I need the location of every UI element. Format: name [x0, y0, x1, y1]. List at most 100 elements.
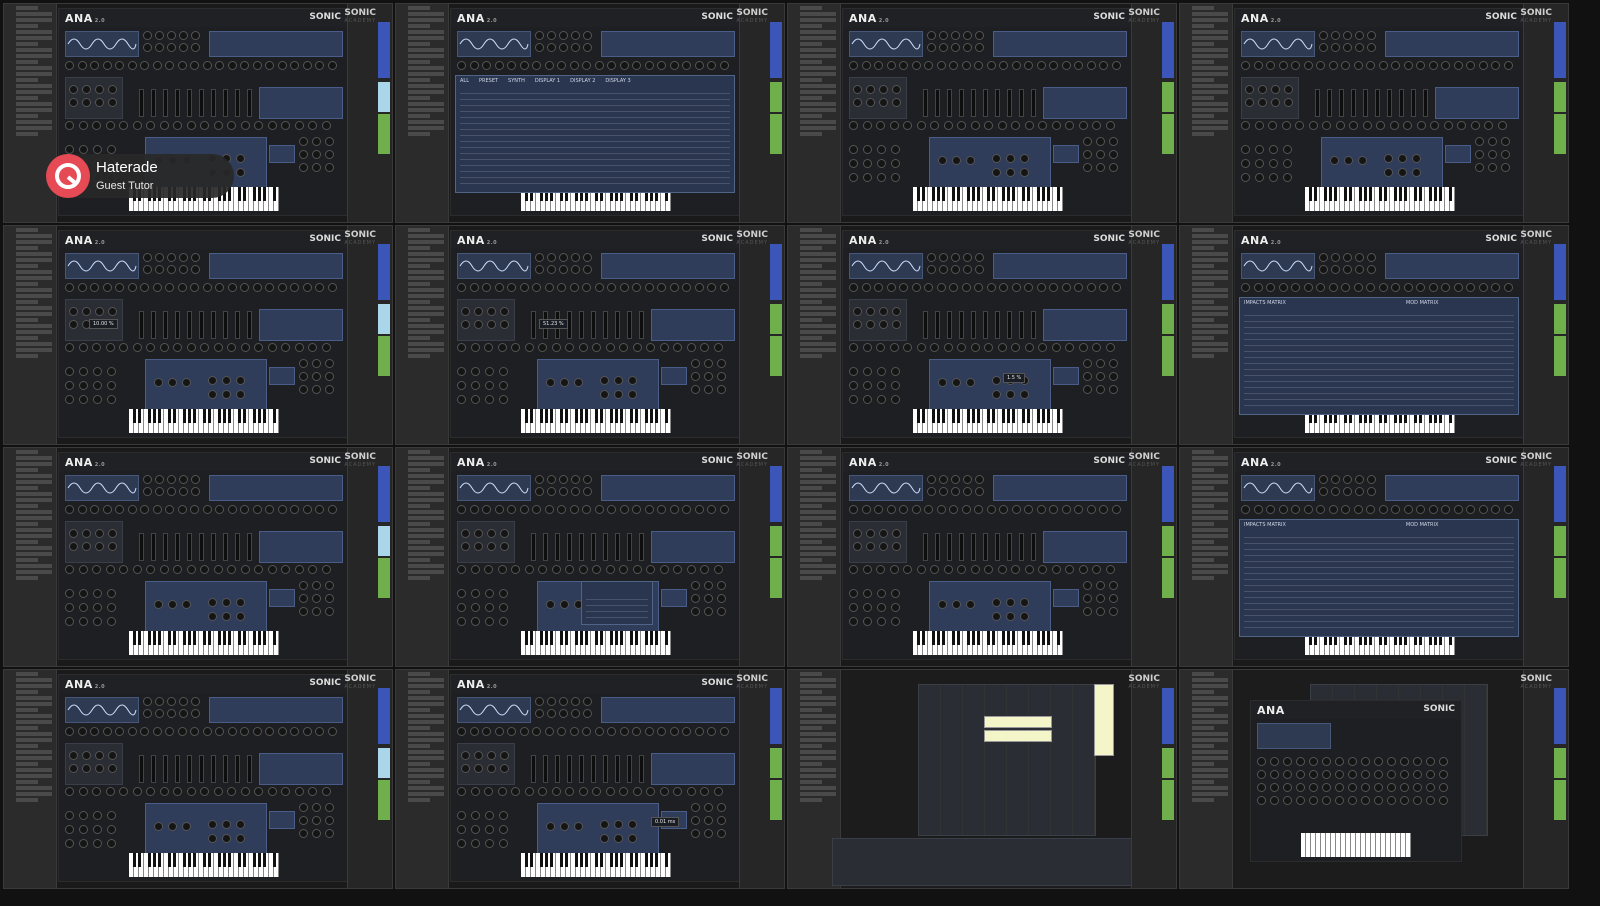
browser-item[interactable]	[800, 30, 836, 34]
black-key[interactable]	[574, 409, 578, 423]
black-key[interactable]	[544, 631, 548, 645]
knob[interactable]	[65, 811, 74, 820]
black-key[interactable]	[152, 409, 156, 423]
knob[interactable]	[999, 283, 1008, 292]
knob[interactable]	[943, 343, 953, 352]
black-key[interactable]	[619, 631, 623, 645]
knob[interactable]	[167, 265, 176, 274]
browser-item[interactable]	[800, 528, 836, 532]
volume-fader[interactable]	[187, 755, 192, 783]
knob[interactable]	[173, 787, 182, 796]
knob[interactable]	[281, 343, 290, 352]
knob[interactable]	[1011, 343, 1020, 352]
knob[interactable]	[892, 98, 901, 107]
knob[interactable]	[1257, 796, 1266, 805]
volume-fader[interactable]	[199, 755, 204, 783]
knob[interactable]	[952, 600, 961, 609]
knob[interactable]	[961, 283, 971, 292]
black-key[interactable]	[187, 409, 191, 423]
black-key[interactable]	[594, 853, 598, 867]
browser-item[interactable]	[1192, 534, 1228, 538]
knob[interactable]	[592, 787, 601, 796]
knob[interactable]	[560, 378, 569, 387]
browser-item[interactable]	[16, 42, 38, 46]
knob[interactable]	[208, 820, 217, 829]
knob[interactable]	[992, 168, 1001, 177]
knob[interactable]	[1278, 505, 1288, 514]
piano-keyboard[interactable]	[521, 409, 671, 433]
browser-item[interactable]	[800, 294, 836, 298]
volume-fader[interactable]	[223, 533, 228, 561]
knob[interactable]	[519, 61, 529, 70]
volume-fader[interactable]	[1031, 533, 1036, 561]
knob[interactable]	[299, 594, 308, 603]
knob[interactable]	[644, 727, 654, 736]
browser-item[interactable]	[408, 348, 444, 352]
knob[interactable]	[325, 816, 334, 825]
knob[interactable]	[583, 475, 592, 484]
black-key[interactable]	[584, 853, 588, 867]
knob[interactable]	[469, 283, 479, 292]
knob[interactable]	[1466, 505, 1475, 514]
knob[interactable]	[1439, 783, 1448, 792]
knob[interactable]	[659, 343, 669, 352]
knob[interactable]	[911, 505, 921, 514]
browser-item[interactable]	[408, 318, 430, 322]
knob[interactable]	[290, 283, 299, 292]
browser-item[interactable]	[408, 42, 430, 46]
knob[interactable]	[669, 505, 679, 514]
knob[interactable]	[474, 307, 483, 316]
black-key[interactable]	[222, 631, 226, 645]
knob[interactable]	[1271, 85, 1280, 94]
black-key[interactable]	[966, 631, 970, 645]
knob[interactable]	[966, 156, 975, 165]
black-key[interactable]	[227, 409, 231, 423]
knob[interactable]	[1403, 505, 1413, 514]
black-key[interactable]	[976, 187, 980, 201]
knob[interactable]	[168, 822, 177, 831]
knob[interactable]	[191, 265, 200, 274]
black-key[interactable]	[1026, 631, 1030, 645]
black-key[interactable]	[991, 409, 995, 423]
knob[interactable]	[879, 307, 888, 316]
knob[interactable]	[159, 565, 169, 574]
knob[interactable]	[646, 343, 655, 352]
knob[interactable]	[469, 727, 479, 736]
knob[interactable]	[992, 390, 1001, 399]
knob[interactable]	[213, 565, 223, 574]
knob[interactable]	[1413, 783, 1422, 792]
browser-item[interactable]	[16, 24, 38, 28]
browser-item[interactable]	[800, 306, 836, 310]
knob[interactable]	[1257, 770, 1266, 779]
knob[interactable]	[82, 529, 91, 538]
knob[interactable]	[461, 529, 470, 538]
knob[interactable]	[294, 343, 304, 352]
knob[interactable]	[65, 395, 74, 404]
volume-fader[interactable]	[175, 533, 180, 561]
browser-item[interactable]	[16, 690, 38, 694]
browser-item[interactable]	[408, 120, 444, 124]
knob[interactable]	[1322, 783, 1331, 792]
browser-item[interactable]	[408, 564, 444, 568]
knob[interactable]	[277, 283, 287, 292]
knob[interactable]	[659, 787, 669, 796]
knob[interactable]	[190, 283, 199, 292]
knob[interactable]	[632, 727, 641, 736]
knob[interactable]	[1475, 163, 1484, 172]
knob[interactable]	[215, 505, 224, 514]
browser-item[interactable]	[1192, 306, 1228, 310]
knob[interactable]	[457, 839, 466, 848]
knob[interactable]	[177, 283, 187, 292]
knob[interactable]	[1322, 757, 1331, 766]
knob[interactable]	[69, 751, 78, 760]
browser-item[interactable]	[408, 726, 430, 730]
black-key[interactable]	[257, 631, 261, 645]
knob[interactable]	[1049, 61, 1058, 70]
knob[interactable]	[95, 98, 104, 107]
black-key[interactable]	[1046, 187, 1050, 201]
knob[interactable]	[1083, 581, 1092, 590]
knob[interactable]	[167, 253, 176, 262]
knob[interactable]	[939, 43, 948, 52]
knob[interactable]	[938, 378, 947, 387]
file-browser[interactable]	[1180, 448, 1233, 666]
